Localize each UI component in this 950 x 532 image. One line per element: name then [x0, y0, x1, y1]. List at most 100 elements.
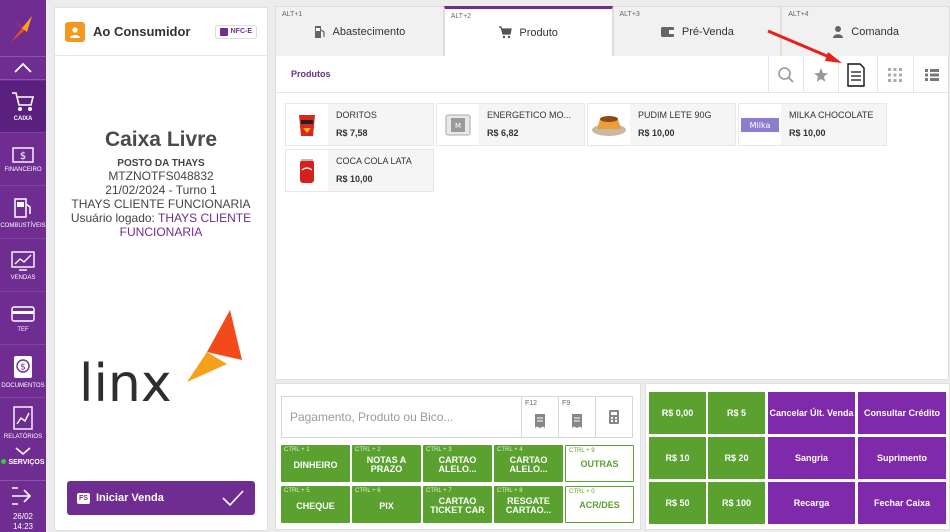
quick-value-5-button[interactable]: R$ 5 [708, 392, 765, 434]
tab-shortcut: ALT+1 [282, 11, 303, 18]
cancel-last-sale-button[interactable]: Cancelar Últ. Venda [768, 392, 855, 434]
product-price: R$ 10,00 [789, 128, 826, 138]
f9-button[interactable]: F9 [558, 397, 595, 437]
tab-shortcut: ALT+3 [619, 11, 640, 18]
sidebar-item-relatorios[interactable]: RELATÓRIOS [0, 399, 46, 445]
payment-search-input[interactable]: Pagamento, Produto ou Bico... [282, 397, 521, 437]
cash-icon: $ [12, 147, 34, 163]
product-name: MILKA CHOCOLATE [789, 110, 874, 120]
check-credit-button[interactable]: Consultar Crédito [858, 392, 946, 434]
scroll-up-button[interactable] [0, 56, 46, 80]
shortcut: CTRL + 1 [284, 447, 310, 453]
services-toggle[interactable]: SERVIÇOS [0, 446, 46, 476]
payment-dinheiro-button[interactable]: CTRL + 1 DINHEIRO [281, 445, 350, 482]
clock: 26/02 14:23 [0, 512, 46, 532]
customer-icon[interactable] [65, 21, 85, 42]
list-icon [925, 68, 939, 81]
start-sale-label: Iniciar Venda [95, 492, 164, 504]
grid-view-button[interactable] [877, 56, 912, 93]
tab-produto[interactable]: ALT+2 Produto [443, 6, 613, 56]
status-title: Caixa Livre [104, 128, 218, 151]
doc-type-label: NFC-E [230, 28, 252, 35]
favorites-button[interactable] [803, 56, 838, 93]
cashier-status: Caixa Livre POSTO DA THAYS MTZNOTFS04883… [55, 128, 267, 239]
linx-logo-text: linx [79, 354, 172, 414]
customer-header: Ao Consumidor NFC-E [55, 8, 267, 56]
product-card-pudim[interactable]: PUDIM LETE 90G R$ 10,00 [587, 103, 736, 146]
tab-comanda[interactable]: ALT+4 Comanda [781, 6, 950, 56]
date-shift: 21/02/2024 - Turno 1 [105, 183, 217, 197]
payment-resgate-cartao-button[interactable]: CTRL + 8 RESGATE CARTAO... [494, 486, 563, 523]
payment-cartao-ticket-button[interactable]: CTRL + 7 CARTAO TICKET CAR [423, 486, 492, 523]
sidebar-item-tef[interactable]: TEF [0, 293, 46, 345]
tab-pre-venda[interactable]: ALT+3 Pré-Venda [612, 6, 782, 56]
recarga-button[interactable]: Recarga [768, 482, 855, 524]
payment-cartao-alelo-2-button[interactable]: CTRL + 4 CARTAO ALELO... [494, 445, 563, 482]
quick-value-100-button[interactable]: R$ 100 [708, 482, 765, 524]
fuel-pump-icon [315, 25, 326, 38]
shortcut: CTRL + 0 [569, 489, 595, 495]
quick-value-50-button[interactable]: R$ 50 [649, 482, 706, 524]
clock-date: 26/02 [12, 512, 34, 521]
tab-label: Pré-Venda [681, 25, 734, 38]
shortcut: CTRL + 4 [497, 447, 523, 453]
sidebar-item-documentos[interactable]: $ DOCUMENTOS [0, 346, 46, 398]
calculator-button[interactable] [595, 397, 632, 437]
product-card-energetico[interactable]: M ENERGETICO MO... R$ 6,82 [436, 103, 585, 146]
linx-logo-icon[interactable] [8, 12, 38, 46]
quick-value-10-button[interactable]: R$ 10 [649, 437, 706, 479]
product-card-doritos[interactable]: DORITOS R$ 7,58 [285, 103, 434, 146]
sidebar-item-label: DOCUMENTOS [1, 383, 45, 389]
fuel-pump-icon [14, 198, 31, 218]
sidebar-item-caixa[interactable]: CAIXA [0, 81, 46, 133]
quick-value-0-button[interactable]: R$ 0,00 [649, 392, 706, 434]
linx-brand-logo: linx [79, 310, 242, 414]
suprimento-button[interactable]: Suprimento [858, 437, 946, 479]
payment-input-box: Pagamento, Produto ou Bico... F12 F9 [281, 396, 633, 438]
sidebar-item-vendas[interactable]: VENDAS [0, 240, 46, 292]
payment-cheque-button[interactable]: CTRL + 5 CHEQUE [281, 486, 350, 523]
payment-cartao-alelo-1-button[interactable]: CTRL + 3 CARTAO ALELO... [423, 445, 492, 482]
sidebar-item-combustiveis[interactable]: COMBUSTÍVEIS [0, 187, 46, 239]
payment-pix-button[interactable]: CTRL + 6 PIX [352, 486, 421, 523]
f12-button[interactable]: F12 [521, 397, 558, 437]
shortcut: CTRL + 9 [569, 448, 595, 454]
search-button[interactable] [768, 56, 803, 93]
product-price: R$ 7,58 [336, 128, 368, 138]
sidebar-item-financeiro[interactable]: $ FINANCEIRO [0, 134, 46, 186]
shortcut: CTRL + 3 [426, 447, 452, 453]
payment-label: NOTAS A PRAZO [366, 456, 407, 474]
product-card-milka[interactable]: Milka MILKA CHOCOLATE R$ 10,00 [738, 103, 887, 146]
logout-button[interactable] [0, 480, 46, 510]
product-image: M [437, 104, 479, 145]
document-list-button[interactable] [838, 56, 873, 93]
quick-actions-panel: R$ 0,00 R$ 5 Cancelar Últ. Venda Consult… [645, 383, 950, 530]
product-card-coca-cola[interactable]: COCA COLA LATA R$ 10,00 [285, 149, 434, 192]
wallet-icon [660, 26, 674, 37]
doc-type-badge[interactable]: NFC-E [214, 24, 257, 39]
close-cashier-button[interactable]: Fechar Caixa [858, 482, 946, 524]
product-image: Milka [739, 104, 781, 145]
payment-notas-prazo-button[interactable]: CTRL + 2 NOTAS A PRAZO [352, 445, 421, 482]
user-icon [70, 26, 80, 38]
payment-acr-des-button[interactable]: CTRL + 0 ACR/DES [565, 486, 634, 523]
document-icon [847, 62, 865, 87]
quick-value-20-button[interactable]: R$ 20 [708, 437, 765, 479]
payment-outras-button[interactable]: CTRL + 9 OUTRAS [565, 445, 634, 482]
start-sale-button[interactable]: FS Iniciar Venda [67, 481, 255, 515]
product-price: R$ 10,00 [336, 174, 373, 184]
sidebar-item-label: FINANCEIRO [4, 167, 42, 173]
payment-label: PIX [379, 502, 394, 511]
receipt-icon [572, 414, 582, 428]
chart-icon [11, 251, 35, 271]
user-icon [833, 26, 844, 38]
customer-name[interactable]: Ao Consumidor [93, 24, 215, 39]
cart-icon [12, 92, 35, 111]
tab-abastecimento[interactable]: ALT+1 Abastecimento [275, 6, 444, 56]
list-view-button[interactable] [913, 56, 950, 93]
tab-shortcut: ALT+4 [788, 11, 809, 18]
key-label: F9 [562, 400, 571, 407]
payment-panel: Pagamento, Produto ou Bico... F12 F9 CTR… [275, 383, 641, 530]
sangria-button[interactable]: Sangria [768, 437, 855, 479]
payment-label: OUTRAS [580, 460, 619, 469]
